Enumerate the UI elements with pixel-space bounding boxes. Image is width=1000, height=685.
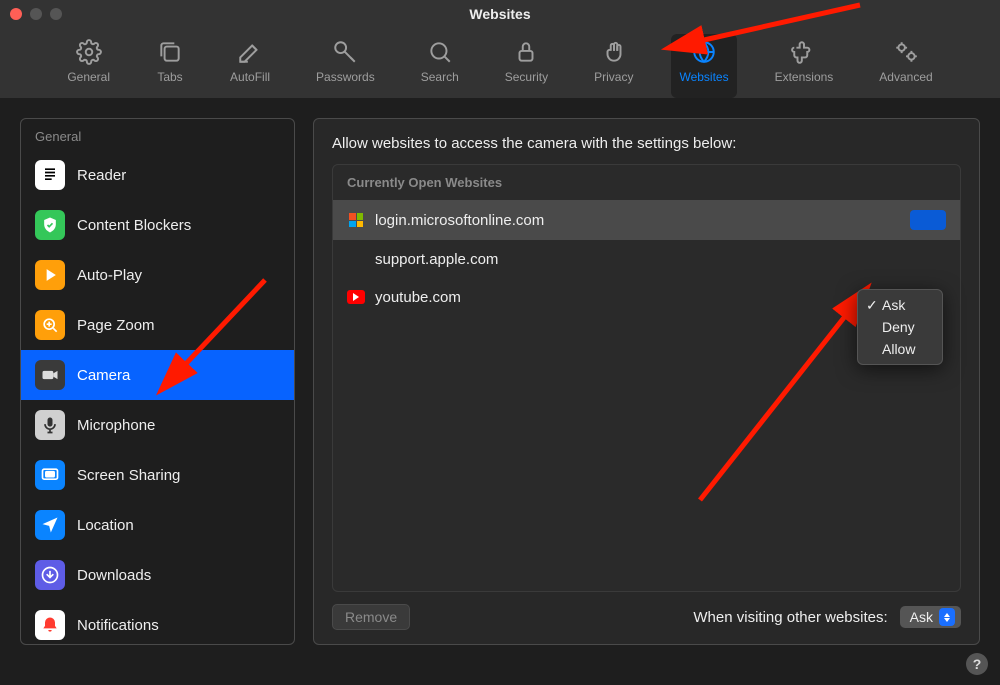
location-icon	[35, 510, 65, 540]
site-host: login.microsoftonline.com	[375, 212, 544, 229]
close-window-button[interactable]	[10, 8, 22, 20]
stepper-arrows-icon	[939, 608, 955, 626]
site-row[interactable]: support.apple.com	[333, 240, 960, 278]
tabs-icon	[156, 38, 184, 66]
permission-dropdown: Ask Deny Allow	[857, 289, 943, 365]
sidebar-item-reader[interactable]: Reader	[21, 150, 294, 200]
help-button[interactable]: ?	[966, 653, 988, 675]
main-heading: Allow websites to access the camera with…	[332, 135, 961, 152]
toolbar-item-autofill[interactable]: AutoFill	[222, 34, 278, 98]
reader-icon	[35, 160, 65, 190]
sidebar-label: Notifications	[77, 617, 159, 634]
bottom-row: Remove When visiting other websites: Ask	[332, 604, 961, 630]
toolbar-label: Security	[505, 70, 548, 84]
youtube-icon	[347, 288, 365, 306]
site-permission-select[interactable]	[910, 210, 946, 230]
other-websites-value: Ask	[910, 609, 933, 625]
screen-sharing-icon	[35, 460, 65, 490]
sidebar-label: Location	[77, 517, 134, 534]
toolbar-item-privacy[interactable]: Privacy	[586, 34, 641, 98]
sidebar-label: Reader	[77, 167, 126, 184]
dropdown-item-allow[interactable]: Allow	[858, 338, 942, 360]
main-panel: Allow websites to access the camera with…	[313, 118, 980, 645]
toolbar-label: Search	[421, 70, 459, 84]
zoom-icon	[35, 310, 65, 340]
dropdown-item-ask[interactable]: Ask	[858, 294, 942, 316]
zoom-window-button[interactable]	[50, 8, 62, 20]
sidebar-label: Auto-Play	[77, 267, 142, 284]
toolbar-item-search[interactable]: Search	[413, 34, 467, 98]
window-title: Websites	[469, 6, 530, 22]
sidebar-item-screen-sharing[interactable]: Screen Sharing	[21, 450, 294, 500]
sidebar-item-microphone[interactable]: Microphone	[21, 400, 294, 450]
sidebar-label: Microphone	[77, 417, 155, 434]
site-list-header: Currently Open Websites	[333, 165, 960, 200]
lock-icon	[512, 38, 540, 66]
toolbar-label: Extensions	[775, 70, 834, 84]
bell-icon	[35, 610, 65, 640]
preferences-toolbar: General Tabs AutoFill Passwords Search S…	[0, 28, 1000, 98]
sidebar-item-auto-play[interactable]: Auto-Play	[21, 250, 294, 300]
toolbar-label: Websites	[679, 70, 728, 84]
play-icon	[35, 260, 65, 290]
sidebar-label: Downloads	[77, 567, 151, 584]
sidebar-label: Content Blockers	[77, 217, 191, 234]
sidebar-item-location[interactable]: Location	[21, 500, 294, 550]
traffic-lights	[10, 8, 62, 20]
camera-icon	[35, 360, 65, 390]
key-icon	[331, 38, 359, 66]
toolbar-label: Advanced	[879, 70, 932, 84]
microsoft-icon	[347, 211, 365, 229]
site-host: support.apple.com	[375, 251, 498, 268]
toolbar-item-websites[interactable]: Websites	[671, 34, 736, 98]
sidebar-label: Screen Sharing	[77, 467, 180, 484]
minimize-window-button[interactable]	[30, 8, 42, 20]
hand-icon	[600, 38, 628, 66]
toolbar-item-general[interactable]: General	[59, 34, 118, 98]
toolbar-label: Privacy	[594, 70, 633, 84]
download-icon	[35, 560, 65, 590]
sidebar-item-camera[interactable]: Camera	[21, 350, 294, 400]
gears-icon	[892, 38, 920, 66]
puzzle-icon	[790, 38, 818, 66]
sidebar-item-notifications[interactable]: Notifications	[21, 600, 294, 650]
toolbar-label: Tabs	[157, 70, 182, 84]
sidebar-item-content-blockers[interactable]: Content Blockers	[21, 200, 294, 250]
sidebar-label: Camera	[77, 367, 130, 384]
title-bar: Websites	[0, 0, 1000, 28]
other-websites-select[interactable]: Ask	[900, 606, 961, 628]
site-host: youtube.com	[375, 289, 461, 306]
toolbar-item-extensions[interactable]: Extensions	[767, 34, 842, 98]
remove-button[interactable]: Remove	[332, 604, 410, 630]
search-icon	[426, 38, 454, 66]
sidebar-item-page-zoom[interactable]: Page Zoom	[21, 300, 294, 350]
globe-icon	[690, 38, 718, 66]
dropdown-item-deny[interactable]: Deny	[858, 316, 942, 338]
sidebar-label: Page Zoom	[77, 317, 155, 334]
gear-icon	[75, 38, 103, 66]
toolbar-label: Passwords	[316, 70, 375, 84]
toolbar-item-advanced[interactable]: Advanced	[871, 34, 940, 98]
toolbar-label: AutoFill	[230, 70, 270, 84]
other-websites-label: When visiting other websites:	[693, 609, 887, 626]
site-list: Currently Open Websites login.microsofto…	[332, 164, 961, 592]
sidebar-header: General	[21, 125, 294, 150]
toolbar-item-passwords[interactable]: Passwords	[308, 34, 383, 98]
autofill-icon	[236, 38, 264, 66]
shield-icon	[35, 210, 65, 240]
toolbar-item-security[interactable]: Security	[497, 34, 556, 98]
content: General Reader Content Blockers Auto-Pla…	[0, 98, 1000, 685]
microphone-icon	[35, 410, 65, 440]
apple-icon	[347, 250, 365, 268]
sidebar: General Reader Content Blockers Auto-Pla…	[20, 118, 295, 645]
sidebar-item-downloads[interactable]: Downloads	[21, 550, 294, 600]
toolbar-item-tabs[interactable]: Tabs	[148, 34, 192, 98]
site-row[interactable]: login.microsoftonline.com	[333, 200, 960, 240]
toolbar-label: General	[67, 70, 110, 84]
